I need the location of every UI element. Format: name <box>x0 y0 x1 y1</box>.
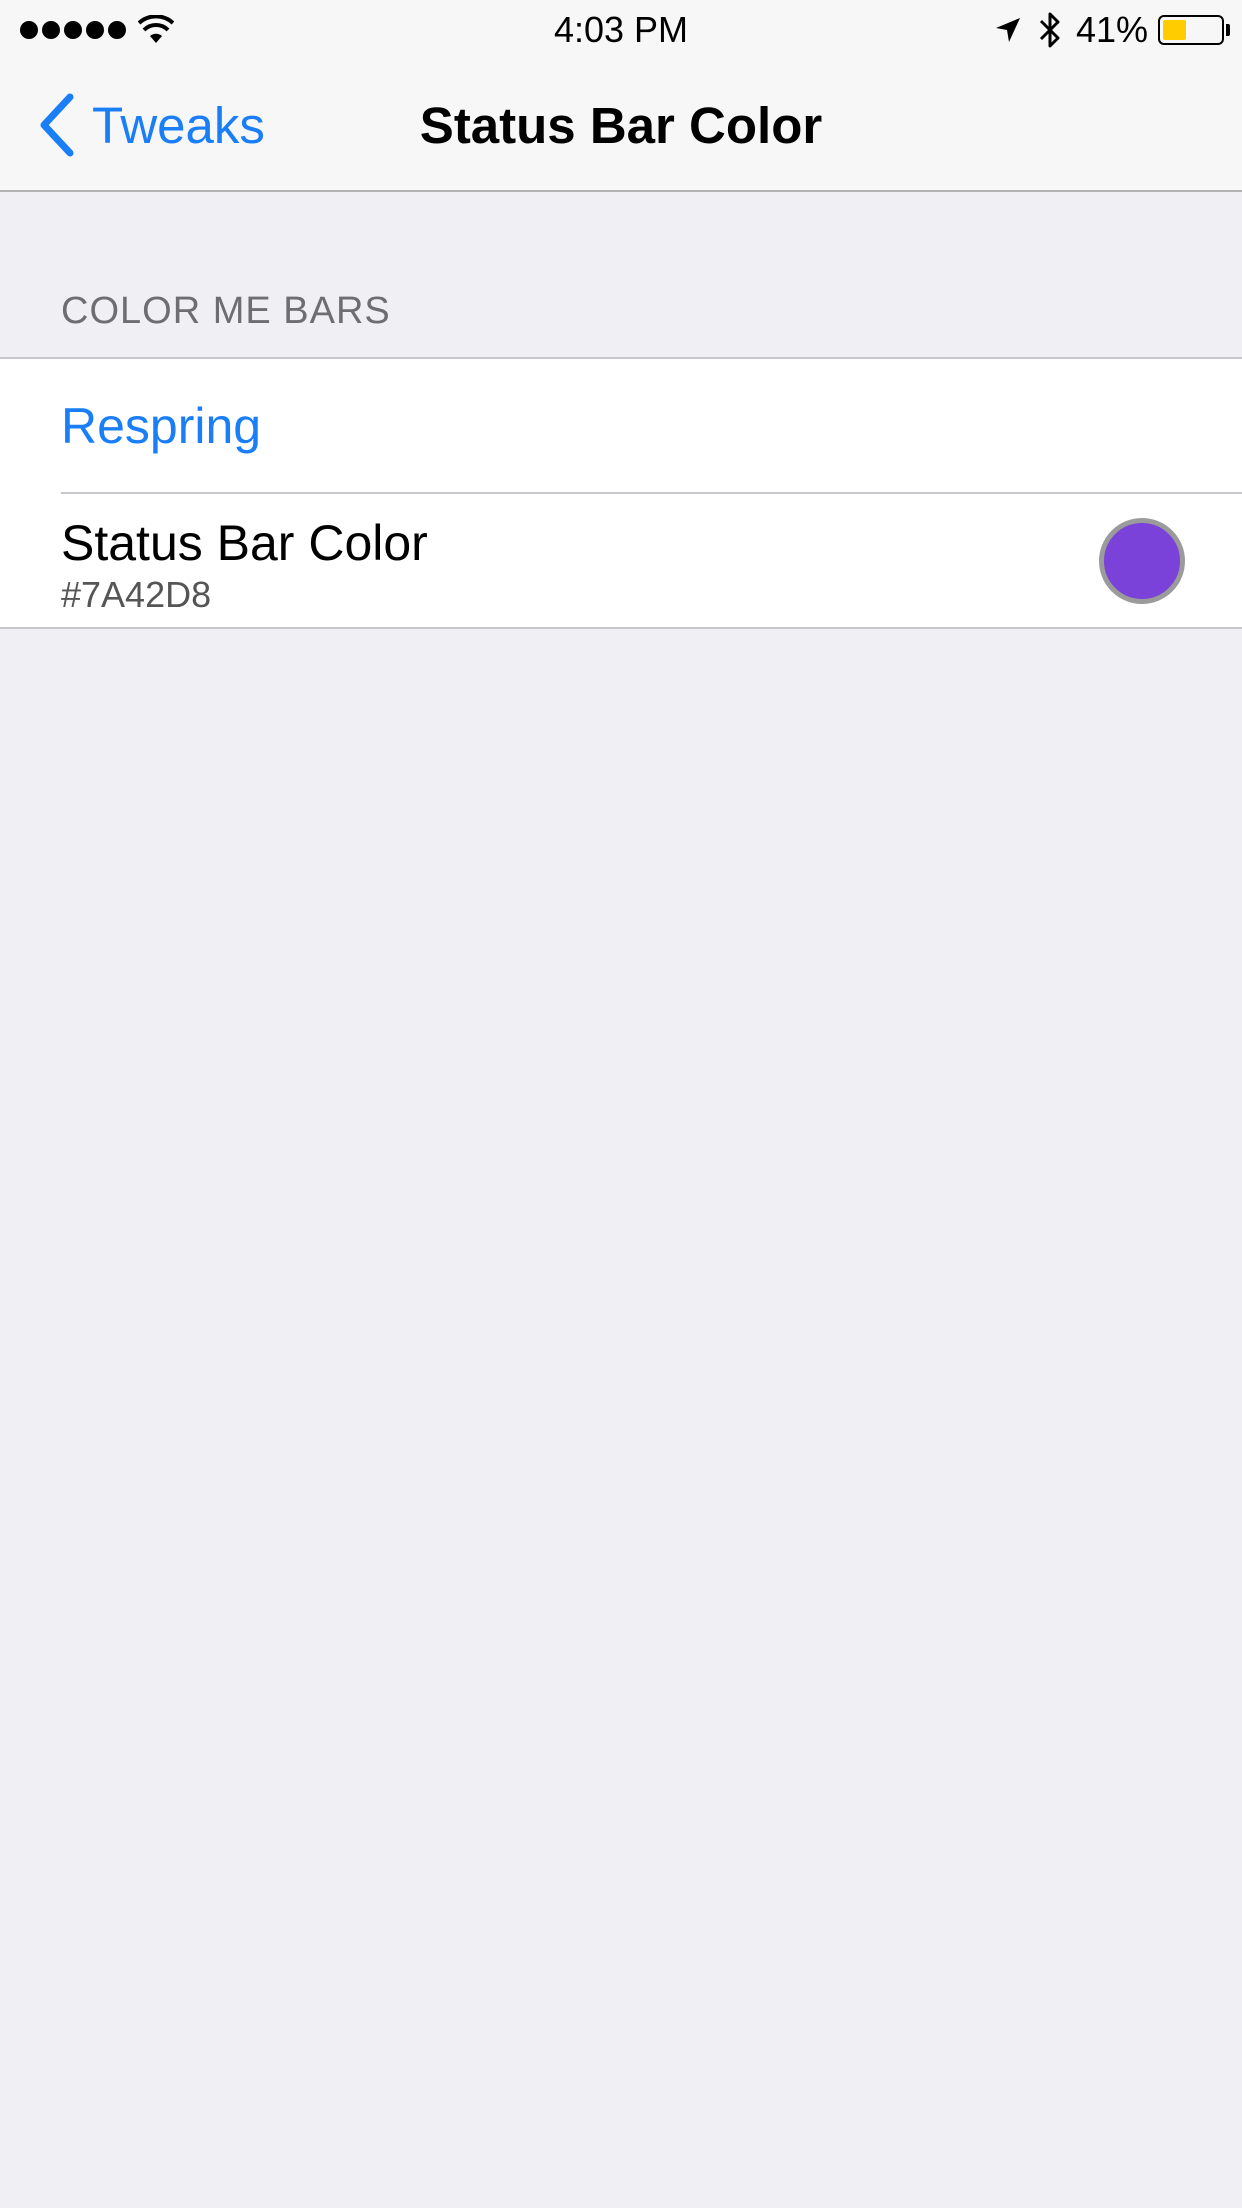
battery-icon <box>1158 15 1224 45</box>
page-title: Status Bar Color <box>419 97 823 154</box>
navigation-bar: Tweaks Status Bar Color <box>0 60 1242 192</box>
battery-level-fill <box>1163 20 1186 40</box>
bluetooth-icon <box>1039 12 1060 48</box>
respring-button[interactable]: Respring <box>0 359 1242 492</box>
respring-label: Respring <box>61 398 262 454</box>
settings-group: Respring Status Bar Color #7A42D8 <box>0 357 1242 629</box>
section-header: COLOR ME BARS <box>61 290 391 332</box>
battery-percent: 41% <box>1075 9 1148 50</box>
status-right: 41% <box>994 9 1230 50</box>
battery-nub <box>1226 24 1230 36</box>
color-cell-title: Status Bar Color <box>61 515 428 571</box>
color-swatch[interactable] <box>1099 518 1185 604</box>
status-bar-color-cell[interactable]: Status Bar Color #7A42D8 <box>0 494 1242 627</box>
color-hex-value: #7A42D8 <box>61 574 212 615</box>
status-bar: 4:03 PM 41% <box>0 0 1242 60</box>
location-arrow-icon <box>995 18 1020 42</box>
